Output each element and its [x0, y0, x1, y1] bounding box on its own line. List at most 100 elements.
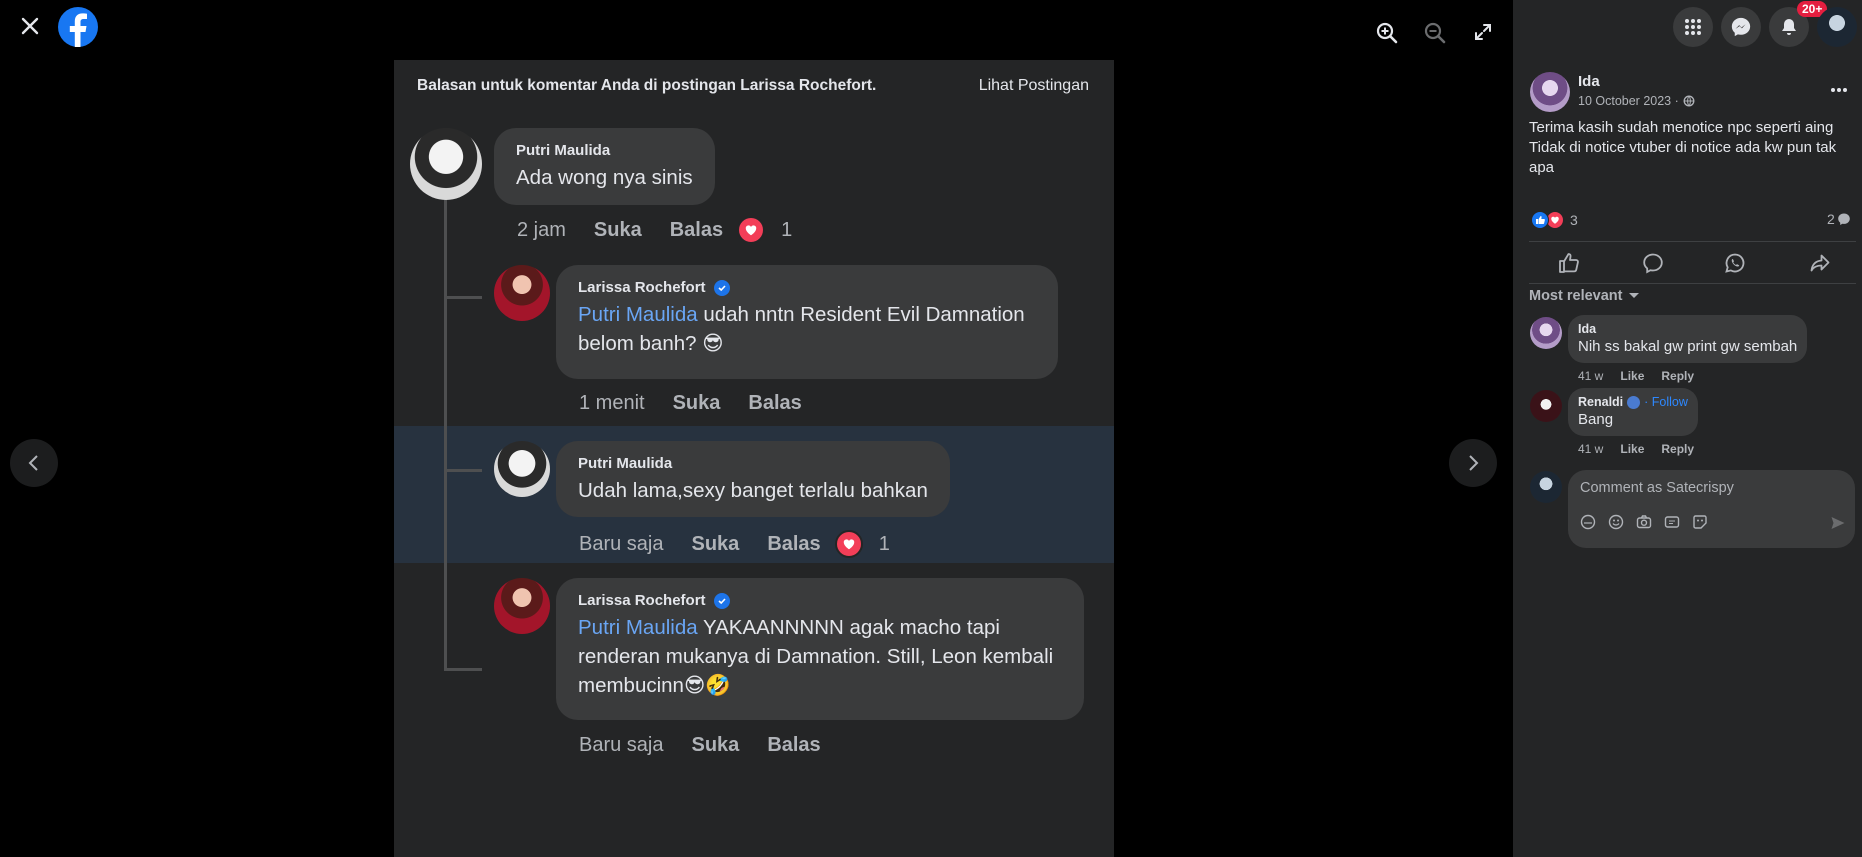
- sticker-icon[interactable]: [1692, 514, 1708, 530]
- thread-branch: [444, 668, 482, 671]
- comment-composer[interactable]: Comment as Satecrispy: [1568, 470, 1855, 548]
- comment-bubble: Putri Maulida Ada wong nya sinis: [494, 128, 715, 205]
- avatar-sticker-icon[interactable]: [1580, 514, 1596, 530]
- fullscreen-icon[interactable]: [1471, 20, 1495, 44]
- comment-author: Putri Maulida: [516, 142, 611, 159]
- like-reaction-icon: [1531, 211, 1549, 229]
- comment-count-icon: [1837, 213, 1850, 225]
- reaction-summary[interactable]: 3: [1531, 211, 1578, 229]
- facebook-logo[interactable]: [58, 7, 98, 47]
- reply-label: Balas: [748, 392, 802, 414]
- top-fan-badge-icon: [1627, 395, 1641, 409]
- comment-actions: Baru saja Suka Balas: [579, 734, 849, 757]
- verified-icon: [713, 592, 730, 609]
- avatar: [1530, 471, 1562, 503]
- photo-header: Balasan untuk komentar Anda di postingan…: [394, 60, 1114, 112]
- zoom-in-icon[interactable]: [1374, 20, 1400, 46]
- whatsapp-icon[interactable]: [1720, 248, 1750, 278]
- post-text-line: Tidak di notice vtuber di notice ada kw …: [1529, 139, 1837, 176]
- camera-icon[interactable]: [1636, 514, 1652, 530]
- account-avatar[interactable]: [1817, 7, 1857, 47]
- gif-icon[interactable]: [1664, 514, 1680, 530]
- avatar: [494, 441, 550, 497]
- reaction-count: 1: [878, 532, 890, 555]
- comment-author[interactable]: Ida: [1578, 322, 1797, 336]
- reaction-count: 1: [781, 218, 793, 241]
- comment-sort[interactable]: Most relevant: [1529, 288, 1640, 304]
- post-date[interactable]: 10 October 2023 ·: [1578, 94, 1679, 108]
- comment-text: Bang: [1578, 411, 1614, 428]
- zoom-out-icon[interactable]: [1422, 20, 1448, 46]
- comment-author-name: Larissa Rochefort: [578, 592, 706, 609]
- post-author[interactable]: Ida: [1578, 73, 1600, 90]
- photo-viewer: Balasan untuk komentar Anda di postingan…: [0, 0, 1513, 857]
- comment-author: Larissa Rochefort: [578, 592, 1062, 609]
- post-text: Terima kasih sudah menotice npc seperti …: [1529, 118, 1849, 178]
- comment-author-name[interactable]: Renaldi: [1578, 395, 1623, 409]
- like-label: Suka: [672, 392, 721, 414]
- heart-icon: [834, 530, 863, 558]
- thread-branch: [444, 296, 482, 299]
- mention-link: Putri Maulida: [578, 303, 698, 326]
- view-post-link: Lihat Postingan: [978, 77, 1089, 94]
- reply-label: Balas: [767, 532, 821, 555]
- like-label: Suka: [691, 734, 740, 756]
- next-icon[interactable]: [1449, 439, 1497, 487]
- avatar: [494, 578, 550, 634]
- reply-button[interactable]: Reply: [1661, 442, 1694, 456]
- share-icon[interactable]: [1805, 248, 1835, 278]
- comment-time: 2 jam: [517, 218, 566, 241]
- comment-bubble: Renaldi · Follow Bang: [1568, 388, 1698, 436]
- comment-author-name: Larissa Rochefort: [578, 279, 706, 296]
- verified-icon: [713, 279, 730, 296]
- more-options-icon[interactable]: [1824, 80, 1854, 100]
- like-label: Suka: [691, 532, 740, 555]
- post-text-line: Terima kasih sudah menotice npc seperti …: [1529, 119, 1834, 136]
- comment-actions: Baru saja Suka Balas 1: [579, 530, 890, 558]
- comment-author: Putri Maulida: [578, 455, 673, 472]
- avatar[interactable]: [1530, 390, 1562, 422]
- comment-count[interactable]: 2: [1827, 211, 1851, 227]
- reply-label: Balas: [767, 734, 821, 756]
- globe-icon: [1683, 95, 1695, 107]
- avatar: [410, 128, 482, 200]
- divider: [1529, 283, 1856, 284]
- comment-time[interactable]: 41 w: [1578, 369, 1603, 383]
- follow-link[interactable]: · Follow: [1644, 395, 1688, 409]
- menu-grid-icon[interactable]: [1673, 7, 1713, 47]
- comment-time[interactable]: 41 w: [1578, 442, 1603, 456]
- chevron-down-icon: [1629, 293, 1640, 298]
- emoji-icon[interactable]: [1608, 514, 1624, 530]
- comment-bubble: Larissa Rochefort Putri Maulida YAKAANNN…: [556, 578, 1084, 720]
- messenger-icon[interactable]: [1721, 7, 1761, 47]
- comment-actions: 2 jam Suka Balas 1: [517, 216, 792, 244]
- comment-author: Renaldi · Follow: [1578, 395, 1688, 409]
- like-button[interactable]: Like: [1620, 369, 1644, 383]
- comment-time: Baru saja: [579, 532, 664, 555]
- comment-icon[interactable]: [1638, 248, 1668, 278]
- like-button[interactable]: Like: [1620, 442, 1644, 456]
- comment-count-number: 2: [1827, 211, 1835, 227]
- like-icon[interactable]: [1554, 248, 1584, 278]
- previous-icon[interactable]: [10, 439, 58, 487]
- comment-input[interactable]: Comment as Satecrispy: [1580, 480, 1734, 496]
- composer-tools: [1580, 514, 1708, 530]
- comment-author: Larissa Rochefort: [578, 279, 1036, 296]
- divider: [1529, 241, 1856, 242]
- avatar[interactable]: [1530, 317, 1562, 349]
- comment-text: Putri Maulida udah nntn Resident Evil Da…: [578, 300, 1036, 358]
- photo-header-title: Balasan untuk komentar Anda di postingan…: [417, 77, 877, 94]
- reply-label: Balas: [669, 218, 724, 241]
- sort-label: Most relevant: [1529, 288, 1623, 304]
- avatar[interactable]: [1530, 72, 1570, 112]
- reply-button[interactable]: Reply: [1661, 369, 1694, 383]
- comment-bubble: Putri Maulida Udah lama,sexy banget terl…: [556, 441, 950, 517]
- post-meta: 10 October 2023 ·: [1578, 94, 1695, 108]
- comment-text: Putri Maulida YAKAANNNNN agak macho tapi…: [578, 613, 1062, 700]
- close-icon[interactable]: [16, 12, 44, 40]
- reaction-count: 3: [1570, 212, 1578, 228]
- comment-text: Nih ss bakal gw print gw sembah: [1578, 338, 1798, 355]
- comment-actions: 41 w Like Reply: [1578, 442, 1694, 456]
- avatar: [494, 265, 550, 321]
- send-icon[interactable]: [1830, 515, 1846, 531]
